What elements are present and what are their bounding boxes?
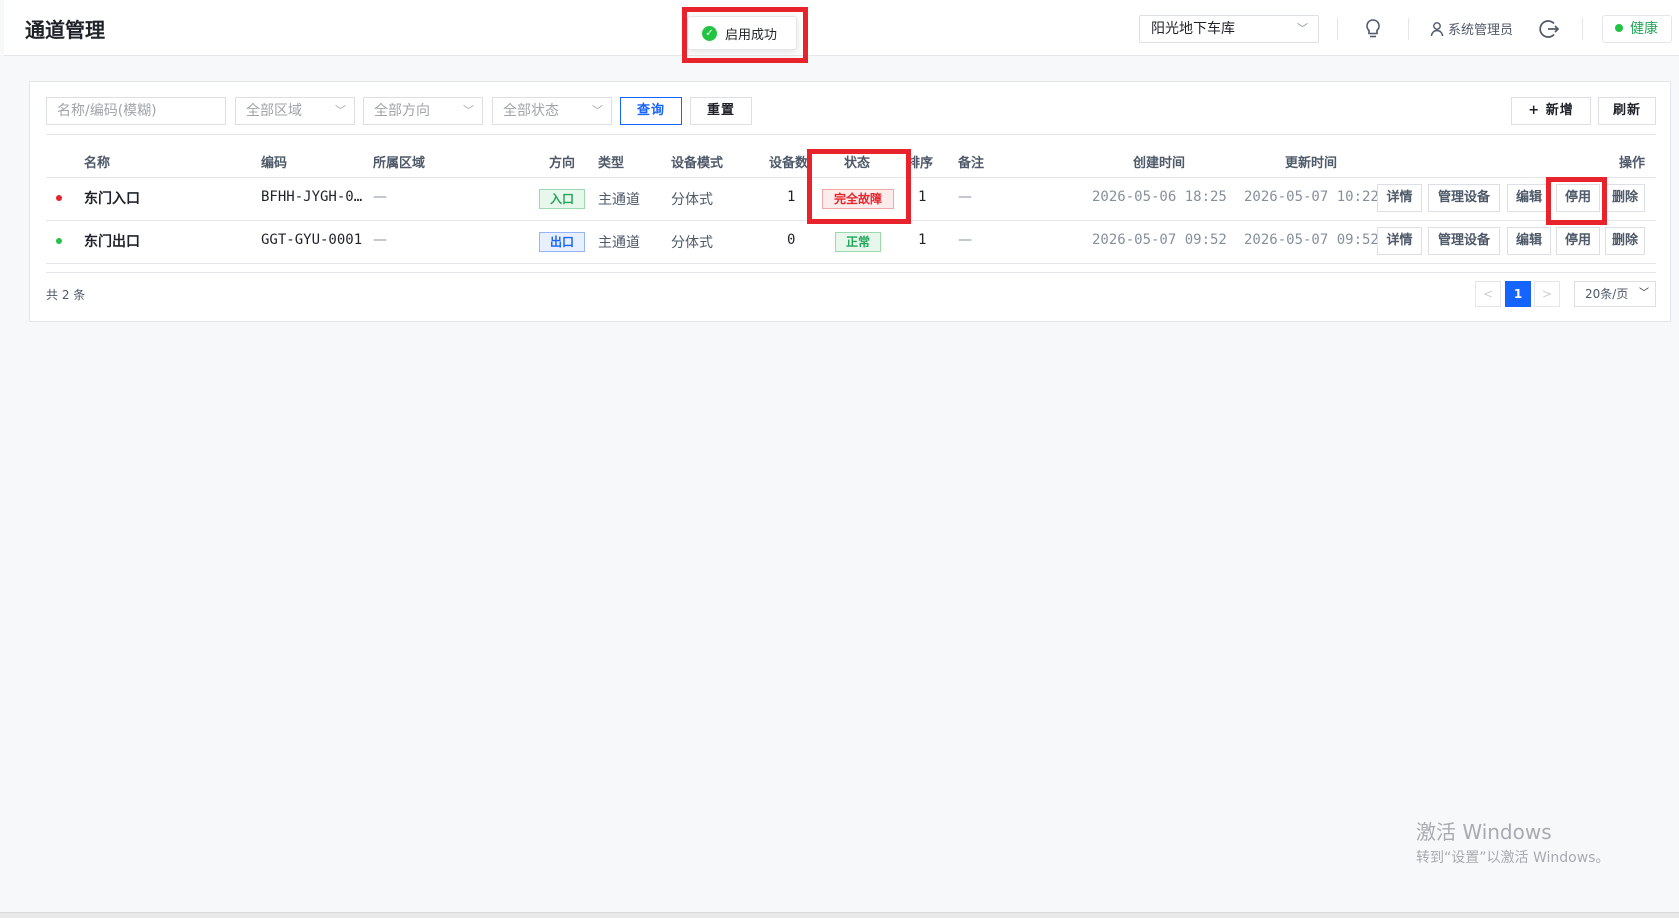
- col-name: 名称: [84, 156, 111, 171]
- delete-button[interactable]: 删除: [1605, 227, 1645, 255]
- user-name[interactable]: 系统管理员: [1448, 19, 1513, 38]
- refresh-button[interactable]: 刷新: [1598, 97, 1656, 125]
- status-dot-icon: [1615, 24, 1623, 32]
- chevron-down-icon: ﹀: [1639, 288, 1649, 299]
- highlight-box-disable: [1546, 177, 1607, 225]
- col-updated: 更新时间: [1285, 156, 1338, 171]
- col-type: 类型: [598, 156, 625, 171]
- row-updated: 2026-05-07 09:52: [1244, 232, 1379, 248]
- row-mode: 分体式: [671, 192, 713, 208]
- row-device-count: 1: [787, 189, 796, 205]
- row-type: 主通道: [598, 235, 640, 251]
- search-placeholder: 名称/编码(模糊): [57, 103, 157, 119]
- status-select-value: 全部状态: [503, 103, 559, 119]
- divider: [46, 272, 1656, 273]
- detail-button[interactable]: 详情: [1377, 227, 1422, 255]
- watermark-title: 激活 Windows: [1416, 820, 1552, 844]
- chevron-down-icon: ﹀: [463, 104, 474, 117]
- prev-page-button[interactable]: <: [1475, 281, 1501, 307]
- row-name: 东门出口: [84, 234, 140, 250]
- logout-icon[interactable]: [1538, 18, 1560, 40]
- row-remark: —: [958, 189, 972, 205]
- lightbulb-icon[interactable]: [1362, 17, 1384, 41]
- chevron-down-icon: ﹀: [1297, 22, 1308, 35]
- direction-tag: 入口: [539, 189, 585, 209]
- garage-select[interactable]: 阳光地下车库 ﹀: [1139, 15, 1319, 43]
- watermark-subtitle: 转到“设置”以激活 Windows。: [1416, 850, 1610, 866]
- row-code: BFHH-JYGH-0…: [261, 189, 363, 205]
- search-input[interactable]: 名称/编码(模糊): [46, 97, 226, 125]
- col-remark: 备注: [958, 156, 985, 171]
- direction-select[interactable]: 全部方向 ﹀: [363, 97, 483, 125]
- manage-devices-button[interactable]: 管理设备: [1428, 184, 1500, 212]
- row-area: —: [373, 189, 387, 205]
- detail-button[interactable]: 详情: [1377, 184, 1422, 212]
- status-tag: 正常: [835, 232, 881, 252]
- status-select[interactable]: 全部状态 ﹀: [492, 97, 612, 125]
- page-size-select[interactable]: 20条/页 ﹀: [1574, 281, 1656, 307]
- top-header: [4, 0, 1679, 56]
- col-actions: 操作: [1619, 156, 1646, 171]
- row-mode: 分体式: [671, 235, 713, 251]
- reset-button[interactable]: 重置: [690, 97, 752, 125]
- delete-button[interactable]: 删除: [1605, 184, 1645, 212]
- row-code: GGT-GYU-0001: [261, 232, 363, 248]
- next-page-button[interactable]: >: [1534, 281, 1560, 307]
- edit-button[interactable]: 编辑: [1507, 227, 1551, 255]
- row-remark: —: [958, 232, 972, 248]
- row-created: 2026-05-06 18:25: [1092, 189, 1227, 205]
- total-count: 共 2 条: [46, 288, 86, 302]
- highlight-box-status: [807, 149, 911, 224]
- direction-tag: 出口: [539, 232, 585, 252]
- query-button[interactable]: 查询: [620, 97, 682, 125]
- chevron-down-icon: ﹀: [335, 104, 346, 117]
- chevron-down-icon: ﹀: [592, 104, 603, 117]
- divider: [46, 134, 1656, 135]
- page-title: 通道管理: [25, 18, 105, 42]
- row-created: 2026-05-07 09:52: [1092, 232, 1227, 248]
- col-mode: 设备模式: [671, 156, 724, 171]
- divider: [1582, 18, 1583, 40]
- row-area: —: [373, 232, 387, 248]
- row-device-count: 0: [787, 232, 796, 248]
- area-select[interactable]: 全部区域 ﹀: [235, 97, 355, 125]
- col-direction: 方向: [549, 156, 576, 171]
- divider: [1408, 18, 1409, 40]
- row-sort: 1: [918, 189, 927, 205]
- page-1-button[interactable]: 1: [1505, 281, 1531, 307]
- col-area: 所属区域: [373, 156, 426, 171]
- user-icon: [1430, 22, 1444, 37]
- status-dot-icon: [56, 238, 62, 244]
- row-updated: 2026-05-07 10:22: [1244, 189, 1379, 205]
- health-label: 健康: [1630, 21, 1658, 37]
- status-dot-icon: [56, 195, 62, 201]
- col-device-count: 设备数: [769, 156, 809, 171]
- add-button[interactable]: + 新增: [1511, 97, 1591, 125]
- garage-select-value: 阳光地下车库: [1151, 21, 1235, 37]
- taskbar-edge: [0, 912, 1679, 918]
- manage-devices-button[interactable]: 管理设备: [1428, 227, 1500, 255]
- row-type: 主通道: [598, 192, 640, 208]
- col-created: 创建时间: [1133, 156, 1186, 171]
- direction-select-value: 全部方向: [374, 103, 430, 119]
- edit-button[interactable]: 编辑: [1507, 184, 1551, 212]
- col-code: 编码: [261, 156, 288, 171]
- divider: [1337, 18, 1338, 40]
- windows-activation-watermark: 激活 Windows 转到“设置”以激活 Windows。: [1416, 816, 1609, 867]
- row-sort: 1: [918, 232, 927, 248]
- disable-button[interactable]: 停用: [1556, 227, 1600, 255]
- area-select-value: 全部区域: [246, 103, 302, 119]
- page-size-value: 20条/页: [1585, 287, 1629, 301]
- health-status-badge: 健康: [1602, 15, 1672, 43]
- highlight-box-toast: [682, 7, 808, 63]
- divider: [46, 263, 1656, 264]
- row-name: 东门入口: [84, 191, 140, 207]
